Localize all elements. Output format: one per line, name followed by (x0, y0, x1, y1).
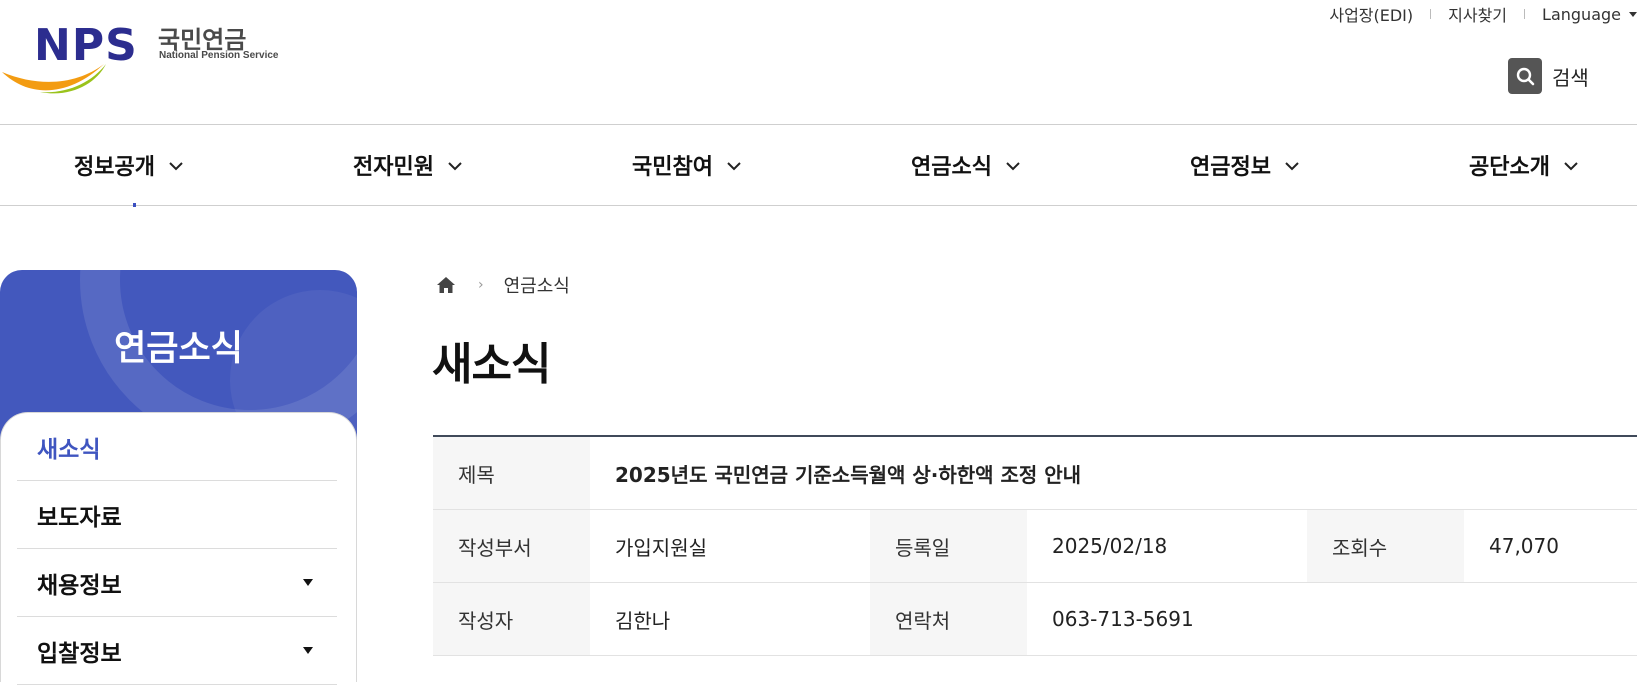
views-label: 조회수 (1307, 510, 1464, 582)
article-title: 2025년도 국민연금 기준소득월액 상·하한액 조정 안내 (615, 462, 1082, 487)
sidebar-item-recruit[interactable]: 채용정보 (17, 549, 337, 617)
search-label: 검색 (1552, 65, 1589, 90)
chevron-right-icon: › (478, 277, 484, 293)
sidebar-item-bid[interactable]: 입찰정보 (17, 617, 337, 685)
sidebar-item-label: 보도자료 (37, 504, 122, 531)
chevron-down-icon (1285, 161, 1299, 170)
gnb-item-pension-news[interactable]: 연금소식 (911, 149, 1020, 181)
language-selector[interactable]: Language (1542, 5, 1637, 24)
chevron-down-icon (448, 161, 462, 170)
gnb-item-info-disclosure[interactable]: 정보공개 (74, 149, 183, 181)
chevron-down-icon (169, 161, 183, 170)
language-label: Language (1542, 4, 1621, 24)
gnb-item-about[interactable]: 공단소개 (1469, 149, 1578, 181)
caret-down-icon (1629, 11, 1637, 17)
gnb-item-label: 연금소식 (911, 155, 992, 180)
date-value: 2025/02/18 (1052, 534, 1168, 558)
gnb-item-label: 공단소개 (1469, 155, 1550, 180)
dept-value: 가입지원실 (615, 535, 707, 560)
home-icon[interactable] (436, 276, 456, 294)
gnb-item-label: 연금정보 (1190, 155, 1271, 180)
branch-finder-link[interactable]: 지사찾기 (1448, 2, 1507, 26)
breadcrumb: › 연금소식 (436, 272, 570, 298)
page-title: 새소식 (432, 339, 551, 390)
gnb-item-label: 국민참여 (632, 155, 713, 180)
sidebar-item-label: 입찰정보 (37, 640, 122, 667)
dept-label: 작성부서 (433, 510, 590, 582)
author-label: 작성자 (433, 583, 590, 655)
title-label: 제목 (433, 437, 590, 509)
sidebar-title: 연금소식 (114, 329, 243, 369)
gnb-item-pension-info[interactable]: 연금정보 (1190, 149, 1299, 181)
search-button[interactable]: 검색 (1508, 58, 1589, 94)
gnb-item-label: 전자민원 (353, 155, 434, 180)
search-icon (1508, 58, 1542, 94)
date-label: 등록일 (870, 510, 1027, 582)
views-value: 47,070 (1489, 534, 1559, 558)
breadcrumb-current[interactable]: 연금소식 (504, 272, 570, 298)
caret-down-icon (303, 647, 313, 654)
logo-mark: NPS (34, 20, 138, 71)
sidebar-menu: 새소식 보도자료 채용정보 입찰정보 (0, 412, 357, 685)
sidebar-item-label: 채용정보 (37, 572, 122, 599)
global-nav: 정보공개 전자민원 국민참여 연금소식 연금정보 공단소개 (0, 124, 1637, 207)
contact-value: 063-713-5691 (1052, 607, 1194, 631)
article-info-table: 제목 2025년도 국민연금 기준소득월액 상·하한액 조정 안내 작성부서 가… (433, 435, 1637, 656)
table-row: 작성부서 가입지원실 등록일 2025/02/18 조회수 47,070 (433, 510, 1637, 583)
chevron-down-icon (727, 161, 741, 170)
chevron-down-icon (1564, 161, 1578, 170)
caret-down-icon (303, 579, 313, 586)
table-row: 제목 2025년도 국민연금 기준소득월액 상·하한액 조정 안내 (433, 437, 1637, 510)
divider (1430, 9, 1432, 19)
sidebar-item-news[interactable]: 새소식 (17, 413, 337, 481)
table-row: 작성자 김한나 연락처 063-713-5691 (433, 583, 1637, 656)
utility-nav: 사업장(EDI) 지사찾기 Language (1329, 2, 1637, 26)
nps-logo[interactable]: NPS 국민연금 National Pension Service (0, 14, 290, 94)
sidebar-item-press[interactable]: 보도자료 (17, 481, 337, 549)
contact-label: 연락처 (870, 583, 1027, 655)
gnb-item-e-civil[interactable]: 전자민원 (353, 149, 462, 181)
gnb-item-label: 정보공개 (74, 155, 155, 180)
divider (1524, 9, 1526, 19)
gnb-item-participation[interactable]: 국민참여 (632, 149, 741, 181)
edi-link[interactable]: 사업장(EDI) (1329, 2, 1413, 26)
gnb-active-marker (133, 203, 136, 207)
chevron-down-icon (1006, 161, 1020, 170)
logo-name-en: National Pension Service (159, 50, 279, 61)
author-value: 김한나 (615, 608, 671, 633)
sidebar-item-label: 새소식 (37, 436, 101, 463)
